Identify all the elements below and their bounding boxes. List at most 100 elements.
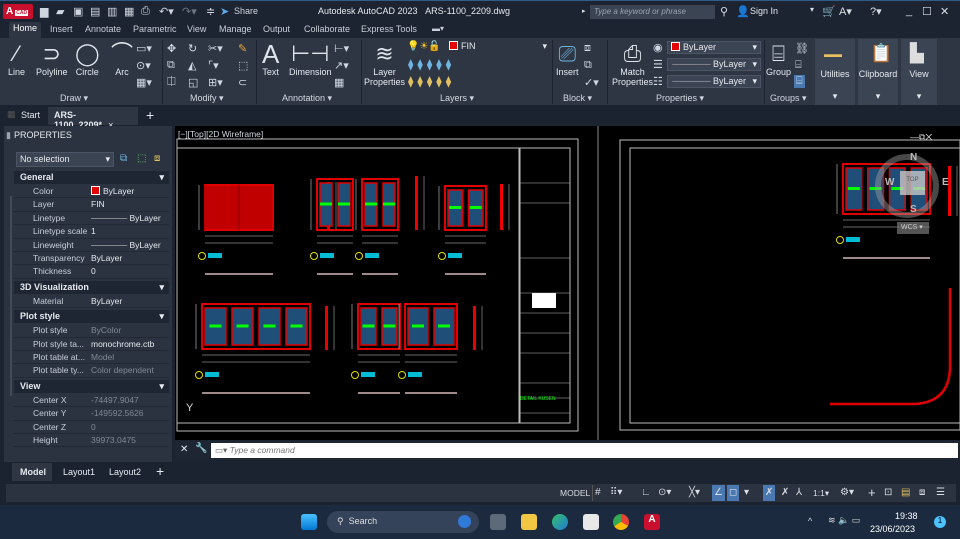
customize-icon[interactable]: ≑ (206, 5, 215, 18)
file-explorer-icon[interactable] (521, 514, 537, 530)
property-row[interactable]: Plot table ty... Color dependent (14, 364, 169, 378)
toggle-pickadd-icon[interactable]: ⧉ (120, 153, 127, 164)
layer-dropdown[interactable]: FIN ▾ (446, 41, 550, 54)
property-row[interactable]: Height 39973.0475 (14, 434, 169, 448)
ungroup-icon[interactable]: ⛓ (795, 42, 809, 55)
new-tab-icon[interactable]: + (146, 107, 154, 123)
modify-panel-label[interactable]: Modify ▾ (190, 93, 224, 104)
cart-icon[interactable]: 🛒 (822, 5, 836, 18)
ortho-icon[interactable]: ∟ (639, 485, 653, 501)
drawing-canvas[interactable] (175, 126, 960, 440)
clock-date[interactable]: 23/06/2023 (870, 524, 915, 534)
view-button[interactable]: ▙ View ▾ (901, 39, 937, 105)
sign-in-button[interactable]: Sign In (750, 6, 778, 16)
clipboard-button[interactable]: 📋 Clipboard ▾ (858, 39, 898, 105)
table-icon[interactable]: ▦ (334, 76, 344, 89)
linetype-dropdown[interactable]: ────── ByLayer ▾ (667, 75, 761, 88)
maximize-icon[interactable]: ☐ (922, 5, 932, 18)
property-row[interactable]: Center Z 0 (14, 421, 169, 434)
property-row[interactable]: Plot table at... Model (14, 351, 169, 365)
match-properties-button[interactable]: ⎙ Match Properties (612, 41, 653, 87)
create-block-icon[interactable]: ⧈ (584, 42, 591, 55)
compass-south[interactable]: S (910, 204, 917, 215)
customization-menu-icon[interactable]: ☰ (934, 485, 947, 501)
palette-scrollbar[interactable] (10, 196, 12, 396)
property-row[interactable]: Center Y -149592.5626 (14, 407, 169, 421)
close-command-icon[interactable]: ✕ (180, 444, 188, 455)
edge-icon[interactable] (552, 514, 568, 530)
tab-manage[interactable]: Manage (215, 23, 256, 35)
utilities-button[interactable]: ▬▬ Utilities ▾ (815, 39, 855, 105)
explode-icon[interactable]: ⬚ (238, 59, 248, 72)
property-row[interactable]: Linetype ────── ByLayer (14, 212, 169, 226)
layer-tools-row2-icons[interactable]: ⧫⧫⧫⧫⧫ (408, 75, 455, 88)
help-icon[interactable]: ?▾ (870, 5, 882, 18)
annotation-scale-icon[interactable]: ⅄ (794, 485, 804, 501)
group-edit-icon[interactable]: ⌸ (795, 59, 802, 72)
copy-icon[interactable]: ⧉ (167, 59, 175, 72)
autodesk-app-icon[interactable]: A▾ (839, 5, 852, 18)
ribbon-minimize-icon[interactable]: ▬▾ (428, 23, 448, 34)
rotate-icon[interactable]: ↻ (188, 42, 197, 55)
taskbar-search[interactable]: ⚲ Search (327, 511, 479, 533)
tab-insert[interactable]: Insert (46, 23, 77, 35)
array-icon[interactable]: ⊞▾ (208, 76, 223, 89)
rectangle-icon[interactable]: ▭▾ (136, 42, 152, 55)
isodraft-icon[interactable]: ╳▾ (687, 485, 702, 501)
layer-tools-row1-icons[interactable]: ⧫⧫⧫⧫⧫ (408, 58, 455, 71)
app-logo[interactable]: A CAD (3, 4, 33, 19)
object-snap-tracking-icon[interactable]: ∠ (712, 485, 725, 501)
tab-layout2[interactable]: Layout2 (109, 467, 141, 477)
property-row[interactable]: Thickness 0 (14, 265, 169, 279)
property-row[interactable]: Lineweight ────── ByLayer (14, 239, 169, 252)
annotation-monitor-icon[interactable]: + (866, 485, 878, 501)
snap-icon[interactable]: ⠿▾ (608, 485, 624, 501)
circle-button[interactable]: ◯ Circle (75, 41, 100, 77)
section-general[interactable]: General (14, 171, 169, 184)
draw-panel-label[interactable]: Draw ▾ (60, 93, 88, 104)
layer-properties-button[interactable]: ≋ Layer Properties (364, 41, 405, 87)
autocad-taskbar-icon[interactable]: A (644, 514, 660, 530)
print-icon[interactable]: ⎙ (141, 5, 150, 18)
polar-icon[interactable]: ⊙▾ (656, 485, 673, 501)
scale-icon[interactable]: ◱ (188, 76, 198, 89)
mirror-icon[interactable]: ◭ (188, 59, 196, 72)
osnap-dropdown-icon[interactable]: ▾ (742, 485, 751, 501)
undo-icon[interactable]: ↶▾ (159, 5, 174, 18)
model-space-button[interactable]: MODEL (558, 485, 594, 501)
tab-layout1[interactable]: Layout1 (63, 467, 95, 477)
save-as-icon[interactable]: ▤ (90, 5, 100, 18)
drawing-viewport[interactable]: [−][Top][2D Wireframe] DETAIL KUSEN Y —⧉… (175, 126, 960, 440)
property-row[interactable]: Transparency ByLayer (14, 252, 169, 266)
section-plot-style[interactable]: Plot style (14, 310, 169, 324)
linear-dim-icon[interactable]: ⊢▾ (334, 42, 349, 55)
store-icon[interactable] (583, 514, 599, 530)
property-row[interactable]: Plot style ta... monochrome.ctb (14, 338, 169, 351)
group-selection-icon[interactable]: ⌸ (794, 75, 805, 88)
new-file-icon[interactable]: ▆ (40, 5, 48, 18)
property-row[interactable]: Material ByLayer (14, 295, 169, 309)
object-snap-icon[interactable]: ◻ (727, 485, 740, 501)
save-icon[interactable]: ▣ (73, 5, 83, 18)
autoscale-icon[interactable]: ✗ (779, 485, 791, 501)
viewcube-top-face[interactable]: TOP (900, 171, 925, 195)
clock-time[interactable]: 19:38 (895, 511, 918, 521)
group-button[interactable]: ⌸ Group (766, 41, 791, 77)
tab-parametric[interactable]: Parametric (129, 23, 181, 35)
annotation-visibility-icon[interactable]: ✗ (763, 485, 776, 501)
help-search-input[interactable]: Type a keyword or phrase (590, 5, 715, 19)
viewport-controls[interactable]: [−][Top][2D Wireframe] (178, 129, 263, 139)
offset-icon[interactable]: ⊂ (238, 76, 247, 89)
minimize-icon[interactable]: _ (906, 5, 912, 17)
tab-home[interactable]: Home (9, 22, 42, 38)
compass-west[interactable]: W (885, 177, 894, 188)
layer-state-icons[interactable]: 💡☀🔓 (407, 41, 441, 52)
search-expand-icon[interactable]: ▸ (582, 7, 586, 15)
tab-view[interactable]: View (183, 23, 210, 35)
properties-panel-label[interactable]: Properties ▾ (656, 93, 704, 104)
tab-annotate[interactable]: Annotate (81, 23, 125, 35)
close-icon[interactable]: ✕ (940, 5, 949, 18)
edit-block-icon[interactable]: ⧉ (584, 59, 592, 72)
line-button[interactable]: ⁄ Line (8, 41, 25, 77)
publish-icon[interactable]: ▦ (124, 5, 134, 18)
